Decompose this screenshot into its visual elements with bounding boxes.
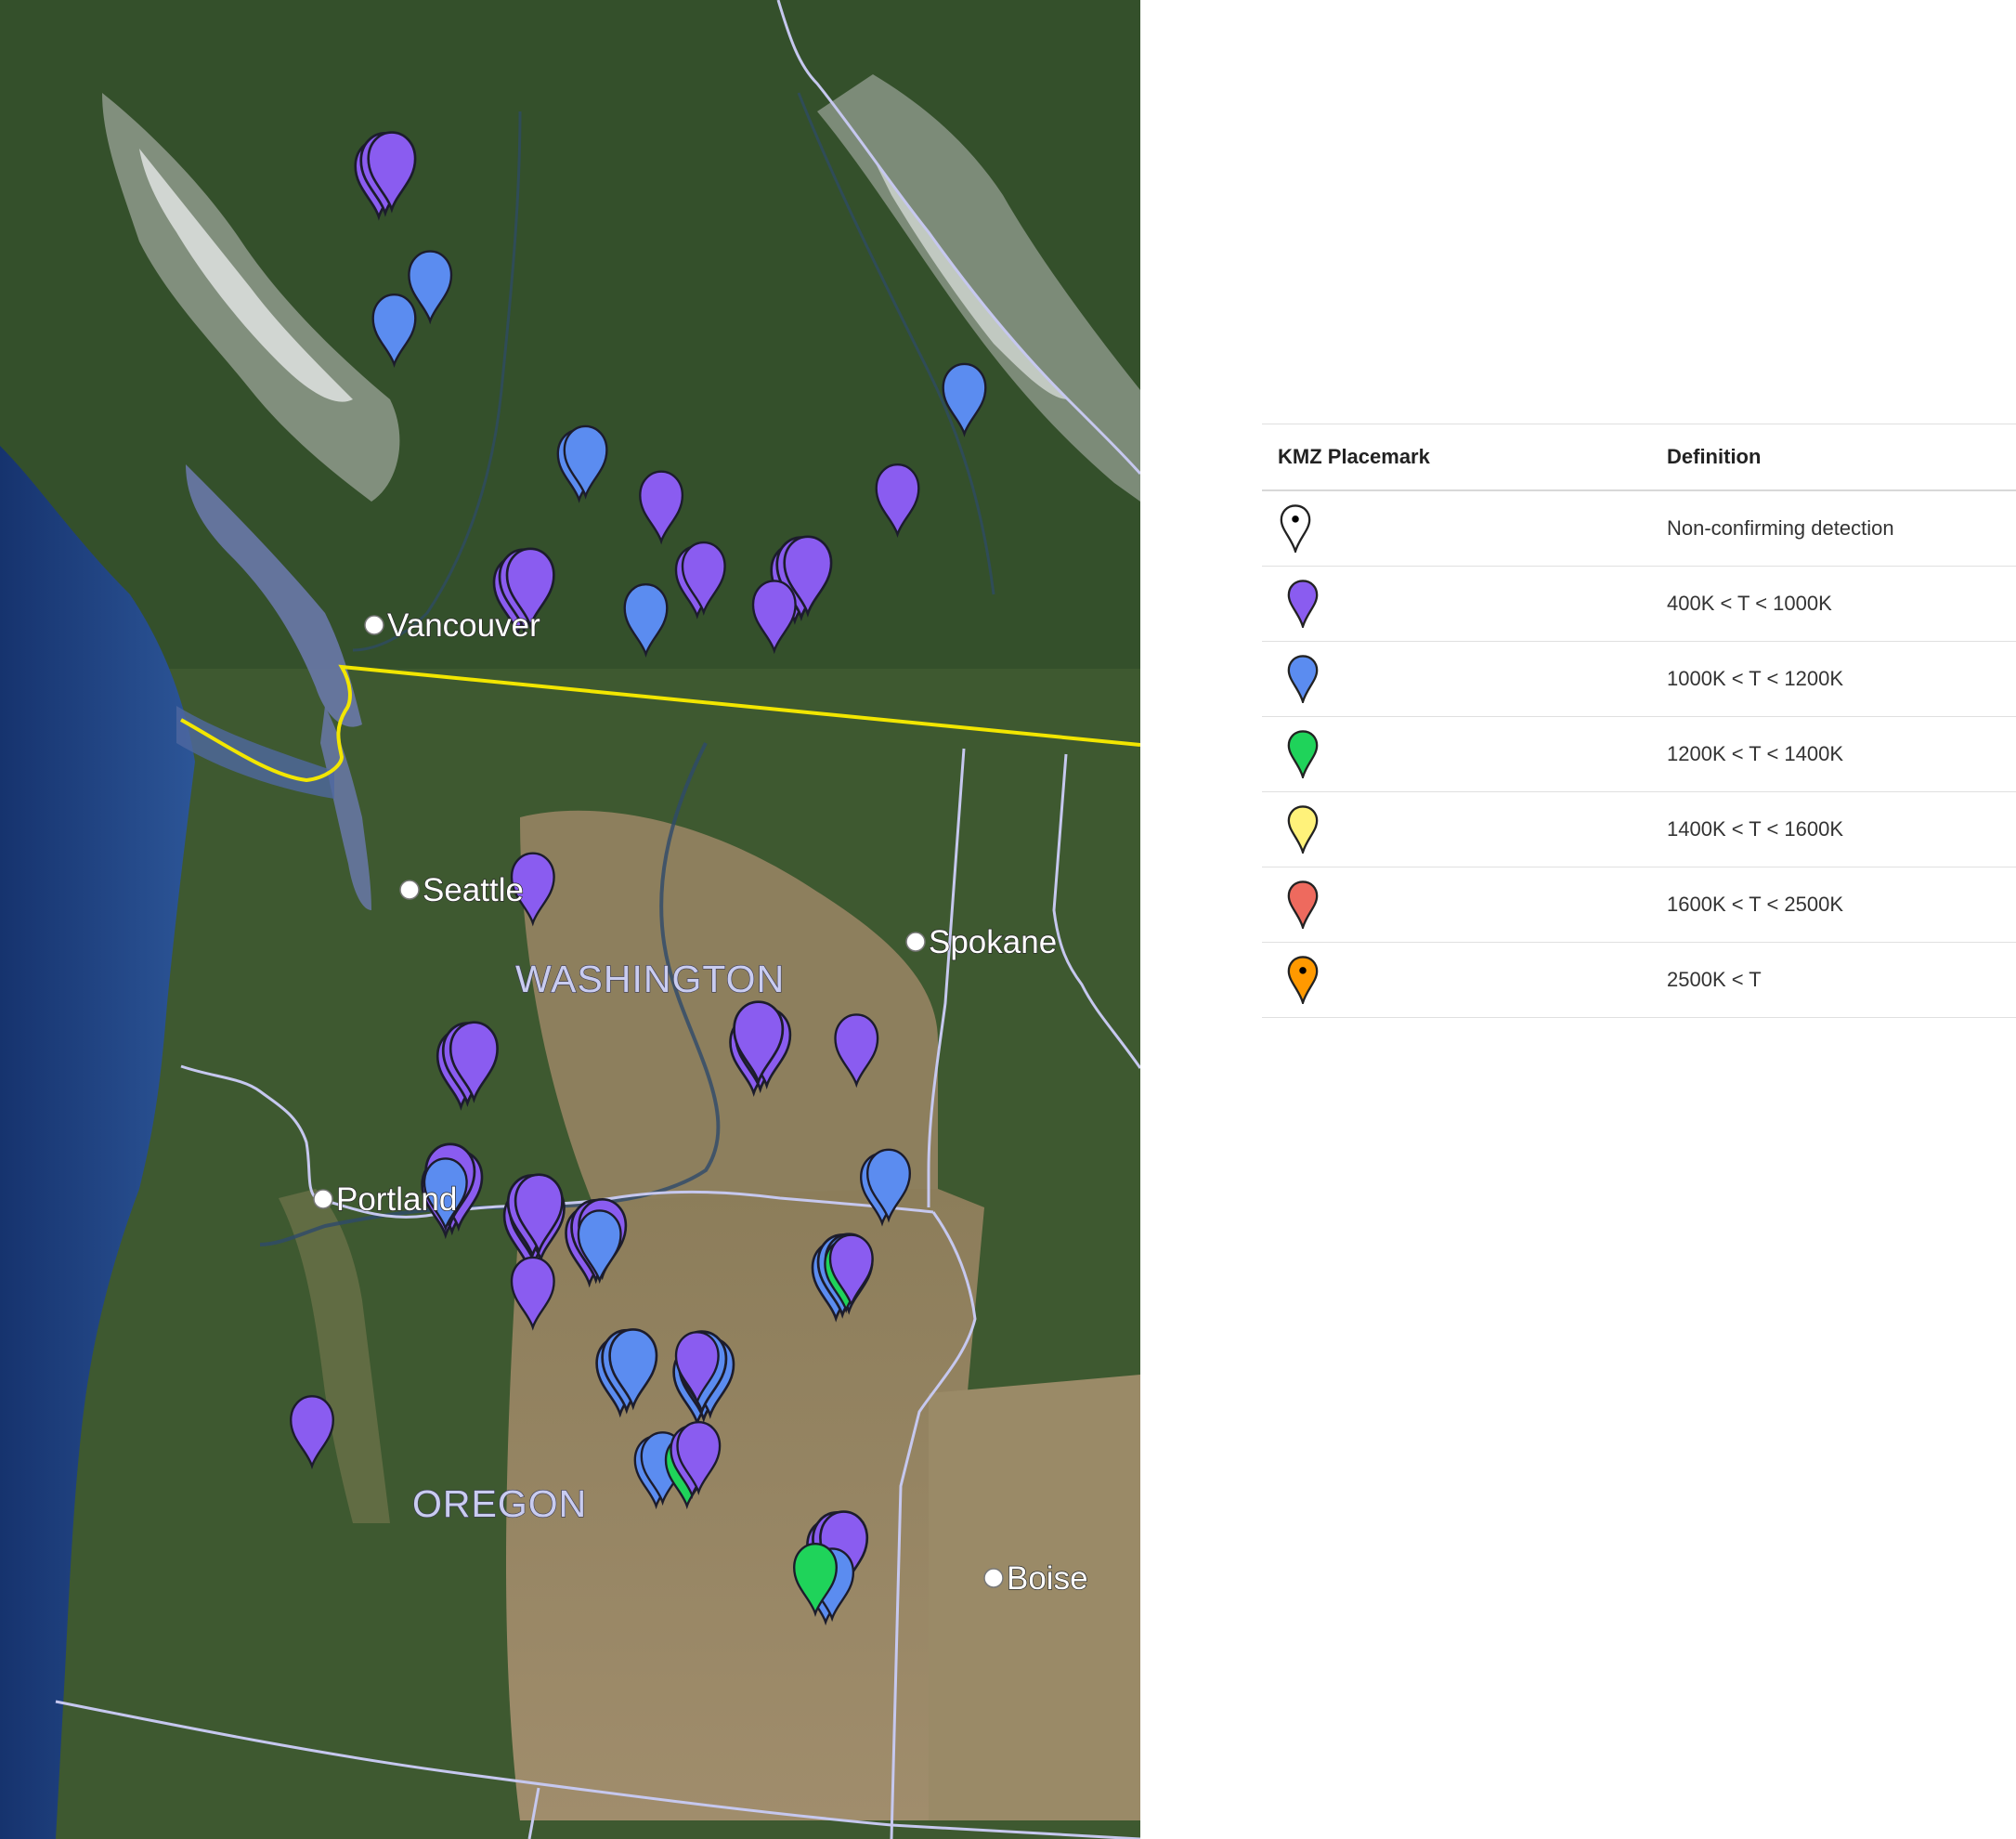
- city-label: Portland: [336, 1181, 457, 1218]
- legend-icon-cell: [1262, 880, 1667, 929]
- legend-definition: 1400K < T < 1600K: [1667, 817, 1844, 841]
- purple-pin-icon: [1287, 580, 1319, 628]
- city-label: Boise: [1007, 1560, 1088, 1597]
- city-dot-icon: [399, 880, 420, 900]
- legend-definition: 2500K < T: [1667, 968, 1762, 991]
- legend-icon-cell: [1262, 805, 1667, 854]
- legend-row: 1600K < T < 2500K: [1262, 867, 2016, 943]
- yellow-pin-icon: [1287, 805, 1319, 854]
- legend-row: 2500K < T: [1262, 943, 2016, 1018]
- snake-river-plain: [929, 1375, 1140, 1820]
- legend-icon-cell: [1262, 956, 1667, 1004]
- city-dot-icon: [364, 615, 384, 635]
- city-dot-icon: [983, 1568, 1004, 1588]
- legend-icon-cell: [1262, 655, 1667, 703]
- city-label: Seattle: [423, 872, 524, 908]
- legend-icon-cell: [1262, 730, 1667, 778]
- legend-definition: 1600K < T < 2500K: [1667, 893, 1844, 916]
- satellite-map[interactable]: Vancouver Seattle Spokane Portland Boise WASH…: [0, 0, 1140, 1839]
- blue-pin-icon: [1287, 655, 1319, 703]
- city-portland[interactable]: Portland: [313, 1180, 458, 1219]
- legend-header-placemark: KMZ Placemark: [1278, 445, 1430, 468]
- green-pin-icon: [1287, 730, 1319, 778]
- legend-row: 400K < T < 1000K: [1262, 567, 2016, 642]
- legend-icon-cell: [1262, 504, 1667, 553]
- city-label: Vancouver: [387, 607, 540, 644]
- legend-row: 1400K < T < 1600K: [1262, 792, 2016, 867]
- northern-forest: [0, 0, 1140, 669]
- legend-header-row: KMZ Placemark Definition: [1262, 424, 2016, 491]
- city-vancouver[interactable]: Vancouver: [364, 606, 541, 645]
- orange-pin-icon: [1287, 956, 1319, 1004]
- state-label-washington: WASHINGTON: [515, 958, 785, 1000]
- white-pin-icon: [1280, 504, 1311, 553]
- legend-definition: 400K < T < 1000K: [1667, 592, 1832, 615]
- red-pin-icon: [1287, 880, 1319, 929]
- legend-definition: Non-confirming detection: [1667, 516, 1894, 540]
- state-label-oregon: OREGON: [412, 1482, 587, 1525]
- city-dot-icon: [313, 1189, 333, 1209]
- legend-definition: 1200K < T < 1400K: [1667, 742, 1844, 765]
- legend-icon-cell: [1262, 580, 1667, 628]
- city-dot-icon: [905, 932, 926, 952]
- legend-row: Non-confirming detection: [1262, 491, 2016, 567]
- legend-header-definition: Definition: [1667, 445, 1762, 468]
- legend-row: 1000K < T < 1200K: [1262, 642, 2016, 717]
- city-spokane[interactable]: Spokane: [905, 923, 1058, 961]
- legend-definition: 1000K < T < 1200K: [1667, 667, 1844, 690]
- legend-row: 1200K < T < 1400K: [1262, 717, 2016, 792]
- placemark-legend-table: KMZ Placemark Definition Non-confirming …: [1262, 424, 2016, 1018]
- city-label: Spokane: [929, 924, 1057, 960]
